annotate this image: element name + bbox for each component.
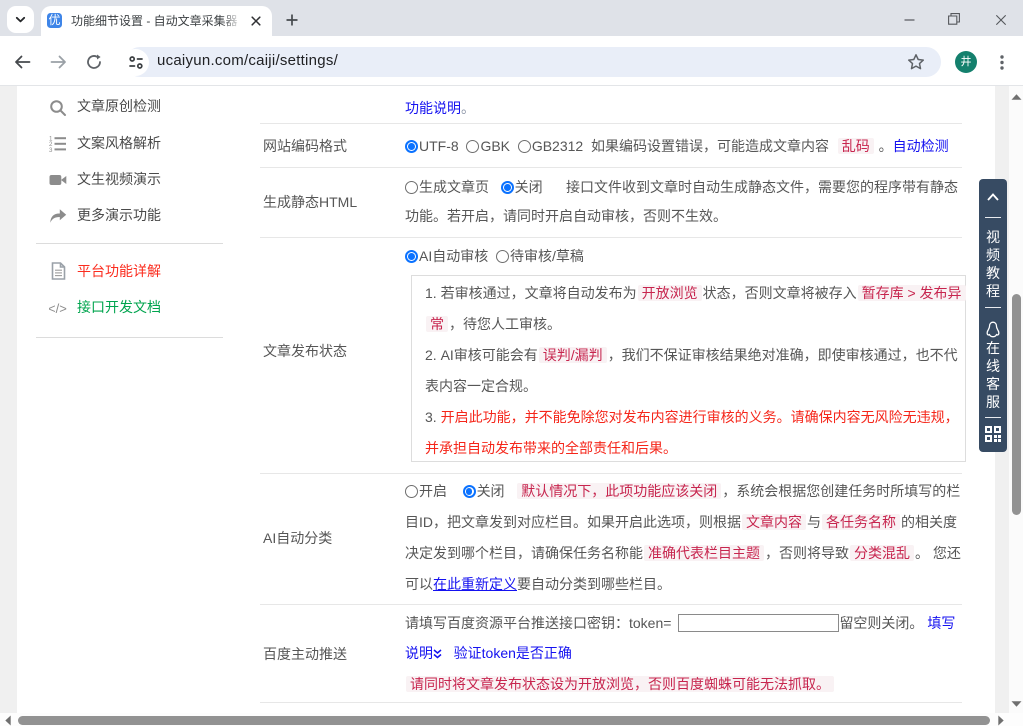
svg-text:</>: </> — [49, 301, 67, 316]
svg-text:3: 3 — [49, 147, 53, 153]
